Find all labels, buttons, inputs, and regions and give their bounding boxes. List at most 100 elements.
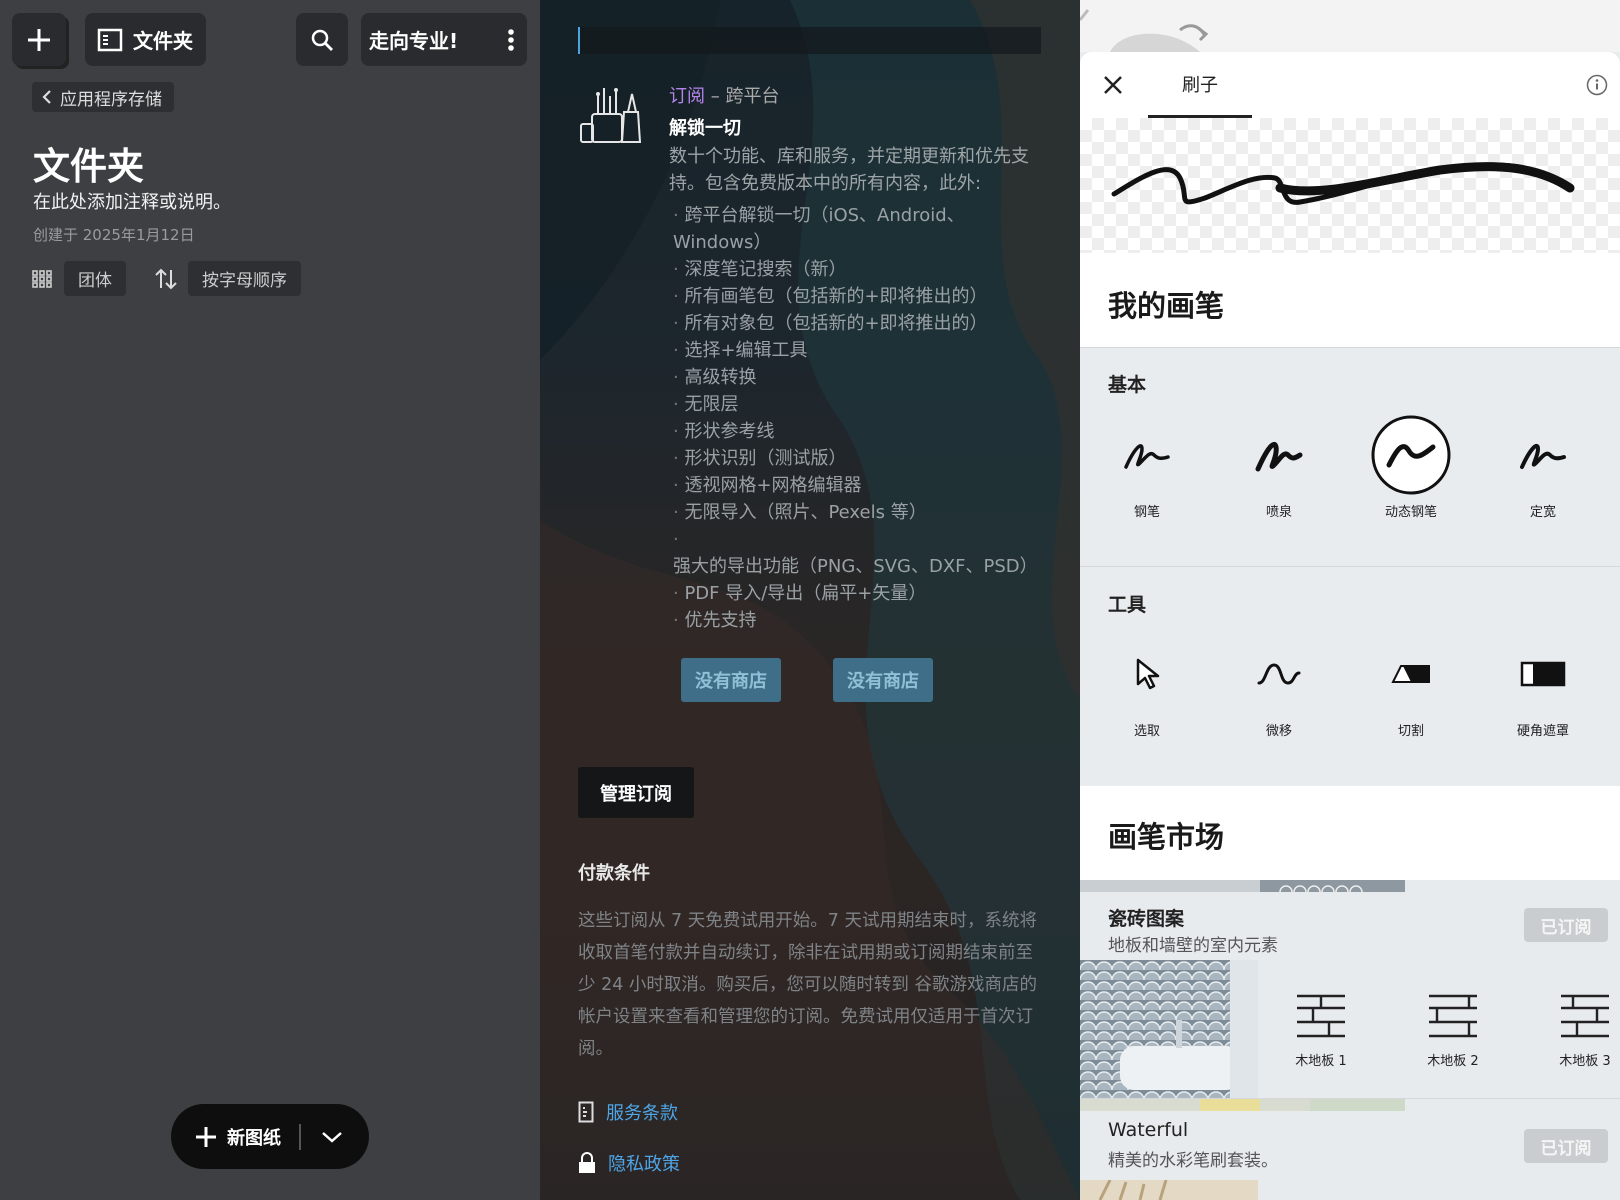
feature-list: 跨平台解锁一切（iOS、Android、Windows） 深度笔记搜索（新） 所…	[673, 202, 1043, 634]
stroke-preview	[1111, 162, 1575, 205]
payment-terms-title: 付款条件	[578, 863, 650, 884]
tool-label: 微移	[1265, 724, 1292, 739]
search-button[interactable]	[296, 13, 348, 66]
my-brushes-title: 我的画笔	[1108, 289, 1225, 323]
info-icon[interactable]	[1586, 74, 1608, 96]
add-button[interactable]	[12, 13, 66, 66]
tool-select[interactable]: 选取	[1082, 634, 1212, 739]
sort-mode-label: 按字母顺序	[202, 271, 287, 291]
list-item: 跨平台解锁一切（iOS、Android、Windows）	[673, 202, 1043, 256]
brush-wood-floor-1[interactable]: 木地板 1	[1266, 992, 1376, 1069]
close-icon[interactable]	[1100, 72, 1126, 98]
list-item: 所有对象包（包括新的+即将推出的）	[673, 310, 1043, 337]
view-mode-chip[interactable]: 团体	[64, 261, 126, 296]
list-item: 无限导入（照片、Pexels 等）	[673, 499, 1043, 526]
list-item: 透视网格+网格编辑器	[673, 472, 1043, 499]
brush-fountain[interactable]: 喷泉	[1214, 415, 1344, 520]
platform-label: – 跨平台	[705, 86, 780, 107]
go-pro-button[interactable]: 走向专业!	[361, 13, 527, 66]
tool-label: 硬角遮罩	[1516, 724, 1569, 739]
pack-name: 瓷砖图案	[1108, 908, 1185, 930]
view-mode-label: 团体	[78, 271, 112, 291]
subscribed-badge[interactable]: 已订阅	[1524, 1129, 1608, 1163]
subscribed-label: 已订阅	[1540, 1138, 1592, 1159]
terms-of-service-link[interactable]: 服务条款	[578, 1099, 678, 1125]
privacy-link-label: 隐私政策	[608, 1154, 680, 1175]
list-item: 强大的导出功能（PNG、SVG、DXF、PSD）	[673, 526, 1043, 580]
plus-icon	[28, 28, 50, 51]
divider	[299, 1123, 301, 1150]
tool-label: 选取	[1133, 724, 1160, 739]
brush-pen[interactable]: 钢笔	[1082, 415, 1212, 520]
lock-icon	[579, 1152, 595, 1173]
store-button-label: 没有商店	[847, 671, 919, 692]
brush-label: 定宽	[1529, 505, 1556, 520]
subscribed-badge[interactable]: 已订阅	[1524, 908, 1608, 942]
list-item: 选择+编辑工具	[673, 337, 1043, 364]
go-pro-label: 走向专业!	[369, 29, 459, 53]
waterful-thumbnail	[1080, 1180, 1258, 1200]
tool-label: 切割	[1397, 724, 1424, 739]
text-cursor-field[interactable]	[578, 27, 1041, 54]
tool-nudge[interactable]: 微移	[1214, 634, 1344, 739]
tools-group-label: 工具	[1108, 594, 1147, 616]
list-item: 高级转换	[673, 364, 1043, 391]
brush-label: 木地板 3	[1559, 1054, 1611, 1069]
brush-wood-floor-2[interactable]: 木地板 2	[1398, 992, 1508, 1069]
payment-terms-text: 这些订阅从 7 天免费试用开始。7 天试用期结束时，系统将收取首笔付款并自动续订…	[578, 911, 1037, 1059]
more-vertical-icon[interactable]	[507, 28, 515, 52]
plus-icon	[196, 1126, 216, 1147]
pack-description: 地板和墙壁的室内元素	[1108, 936, 1278, 956]
brush-wood-floor-3[interactable]: 木地板 3	[1530, 992, 1620, 1069]
new-sheet-button[interactable]: 新图纸	[171, 1104, 369, 1169]
sidebar-icon	[97, 28, 123, 51]
brush-header: 刷子	[1080, 52, 1620, 118]
divider	[1080, 347, 1620, 348]
terms-link-label: 服务条款	[606, 1103, 678, 1124]
subscription-description: 数十个功能、库和服务，并定期更新和优先支持。包含免费版本中的所有内容，此外:	[669, 146, 1029, 194]
unlock-title: 解锁一切	[669, 118, 741, 139]
pack-description: 精美的水彩笔刷套装。	[1108, 1151, 1278, 1171]
page-title: 文件夹	[33, 145, 144, 188]
cursor-arrow-icon	[1107, 634, 1187, 714]
tab-brushes[interactable]: 刷子	[1148, 52, 1252, 118]
brush-panel: 刷子 我的画笔 基本 钢笔 喷泉 动态钢笔 定宽 工具 选取 微移 切割 硬角遮…	[1080, 0, 1620, 1200]
privacy-policy-link[interactable]: 隐私政策	[578, 1150, 680, 1176]
tiles-banner	[1080, 880, 1405, 892]
my-brushes-header: 我的画笔	[1080, 253, 1620, 347]
chevron-left-icon	[42, 90, 51, 104]
sort-icon[interactable]	[154, 268, 178, 290]
canvas-art	[1080, 9, 1209, 52]
tool-cut[interactable]: 切割	[1346, 634, 1476, 739]
hard-mask-icon	[1503, 634, 1583, 714]
brush-pack-tiles[interactable]: 瓷砖图案 地板和墙壁的室内元素 已订阅 木地板 1 木地板 2 木地板 3	[1080, 880, 1620, 1098]
brush-fixed-width[interactable]: 定宽	[1478, 415, 1608, 520]
dynamic-pen-brush-icon	[1371, 415, 1451, 495]
brush-label: 钢笔	[1133, 505, 1160, 520]
tool-hard-mask[interactable]: 硬角遮罩	[1478, 634, 1608, 739]
brush-preview	[1080, 118, 1620, 253]
subscribed-label: 已订阅	[1540, 917, 1592, 938]
store-button-monthly[interactable]: 没有商店	[681, 658, 781, 702]
fountain-brush-icon	[1239, 415, 1319, 495]
pack-name: Waterful	[1108, 1119, 1189, 1141]
art-supplies-icon	[580, 88, 642, 143]
grid-icon[interactable]	[32, 269, 52, 289]
breadcrumb[interactable]: 应用程序存储	[32, 82, 174, 112]
subscription-heading: 订阅 – 跨平台	[669, 82, 779, 108]
brush-dynamic-pen[interactable]: 动态钢笔	[1346, 415, 1476, 520]
manage-subscription-button[interactable]: 管理订阅	[578, 767, 694, 818]
view-controls: 团体 按字母顺序	[32, 261, 301, 296]
list-item: 无限层	[673, 391, 1043, 418]
waterful-banner	[1080, 1099, 1405, 1111]
pen-brush-icon	[1107, 415, 1187, 495]
nudge-wave-icon	[1239, 634, 1319, 714]
sort-mode-chip[interactable]: 按字母顺序	[188, 261, 301, 296]
chevron-down-icon[interactable]	[321, 1130, 343, 1144]
store-button-yearly[interactable]: 没有商店	[833, 658, 933, 702]
brush-pack-waterful[interactable]: Waterful 精美的水彩笔刷套装。 已订阅	[1080, 1099, 1620, 1200]
folder-description[interactable]: 在此处添加注释或说明。	[33, 188, 231, 214]
wood-floor-2-icon	[1429, 994, 1477, 1038]
folder-menu-button[interactable]: 文件夹	[85, 13, 206, 66]
created-date: 创建于 2025年1月12日	[33, 226, 195, 244]
